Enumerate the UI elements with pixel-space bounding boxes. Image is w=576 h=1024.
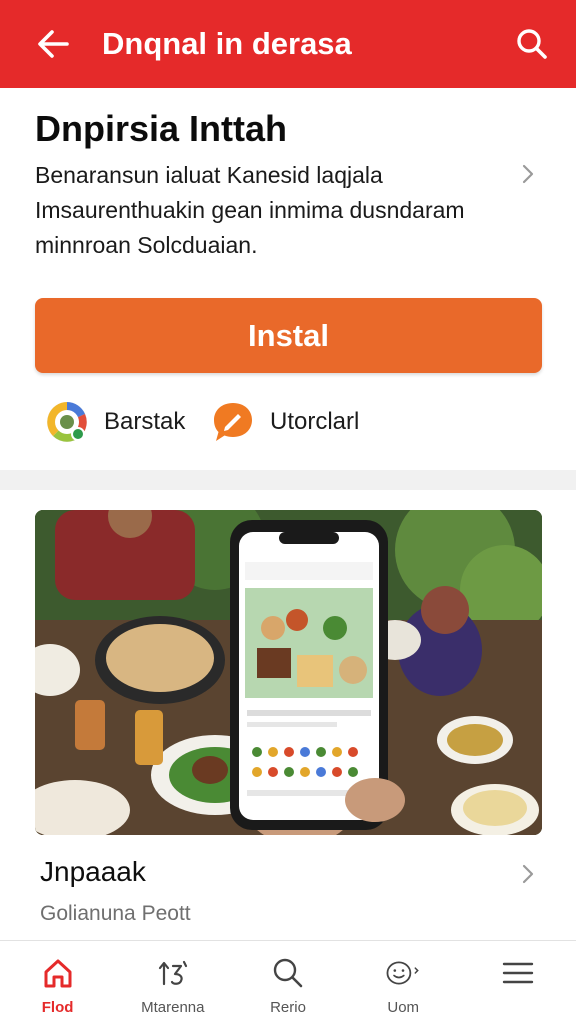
feature-card[interactable]: Jnpaaak Golianuna Peott (0, 490, 576, 940)
nav-item-profile[interactable]: Uom (346, 941, 461, 1024)
search-icon (517, 29, 547, 59)
refresh-icon (158, 960, 187, 986)
meta-reviews[interactable]: Utorclarl (210, 398, 359, 446)
section-divider (0, 470, 576, 490)
bottom-navigation: Flod Mtarenna Rerio Uom (0, 940, 576, 1024)
nav-item-menu[interactable] (461, 941, 576, 1024)
home-icon (44, 959, 72, 988)
phone-app-food-table-photo (35, 510, 542, 835)
chevron-right-icon[interactable] (516, 162, 540, 186)
nav-label: Rerio (270, 999, 306, 1016)
app-title: Dnpirsia Inttah (35, 108, 288, 149)
meta-label: Utorclarl (270, 408, 360, 435)
description-line: Imsaurenthuakin gean inmima dusndaram (35, 197, 465, 223)
search-button[interactable] (510, 22, 554, 66)
nav-label: Uom (387, 999, 420, 1016)
nav-item-home[interactable]: Flod (0, 941, 115, 1024)
nav-label: Flod (41, 999, 74, 1016)
smiley-icon (386, 961, 419, 985)
menu-icon (503, 962, 534, 984)
back-button[interactable] (26, 17, 80, 71)
chevron-right-icon[interactable] (516, 862, 540, 886)
feature-image[interactable] (35, 510, 542, 835)
meta-rating[interactable]: Barstak (44, 398, 185, 446)
nav-item-refresh[interactable]: Mtarenna (115, 941, 230, 1024)
nav-item-search[interactable]: Rerio (230, 941, 345, 1024)
rating-badge-icon (47, 402, 87, 442)
search-icon (273, 958, 303, 988)
install-button[interactable]: Instal (35, 298, 542, 373)
feature-title: Jnpaaak (40, 856, 146, 887)
arrow-left-icon (38, 30, 69, 58)
feature-subtitle: Golianuna Peott (40, 902, 191, 925)
nav-label: Mtarenna (141, 999, 205, 1016)
description-line: minnroan Solcduaian. (35, 232, 258, 258)
meta-label: Barstak (104, 408, 186, 435)
chat-bubble-icon (214, 403, 252, 441)
app-info-section: Dnpirsia Inttah Benaransun ialuat Kanesi… (0, 88, 576, 472)
app-description[interactable]: Benaransun ialuat Kanesid laqjala Imsaur… (35, 158, 515, 263)
page-title: Dnqnal in derasa (102, 26, 352, 61)
description-line: Benaransun ialuat Kanesid laqjala (35, 162, 383, 188)
top-app-bar: Dnqnal in derasa (0, 0, 576, 88)
